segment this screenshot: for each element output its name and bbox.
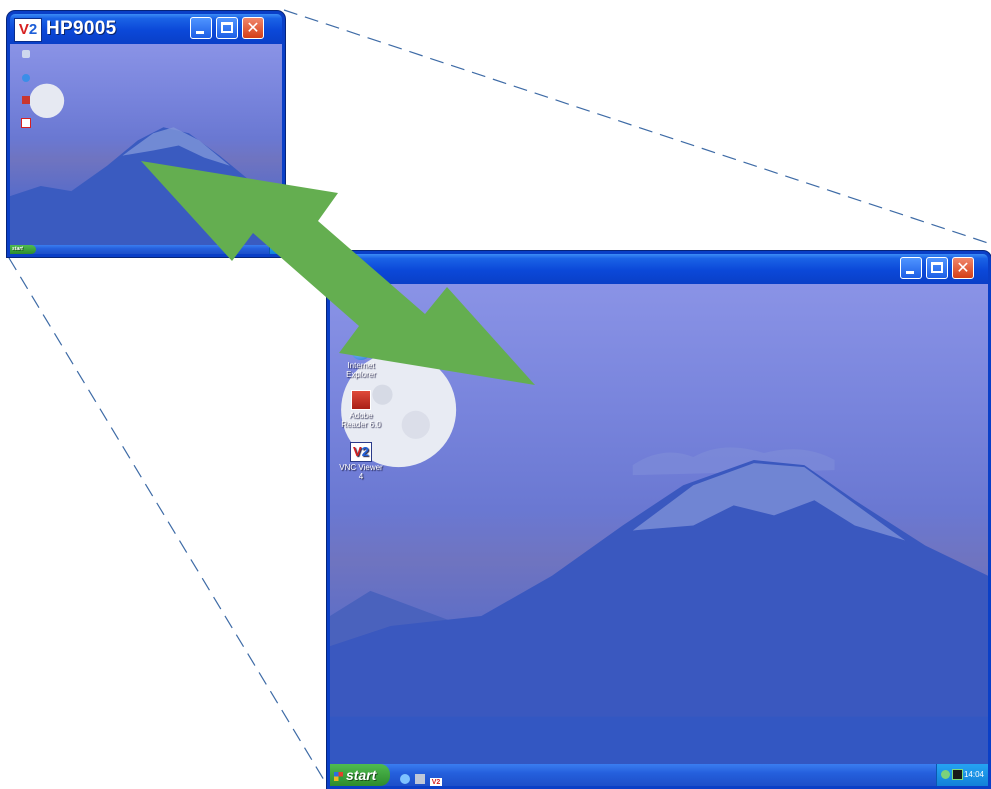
quick-launch-media-icon[interactable] [415, 774, 425, 784]
system-tray: 14:04 [936, 764, 988, 786]
wallpaper-mountain [10, 83, 282, 254]
large-remote-desktop[interactable]: e Internet Explorer Adobe Reader 6.0 V2 … [330, 284, 988, 786]
minimize-icon [196, 31, 204, 34]
clock: 14:04 [963, 770, 984, 779]
minimize-icon [906, 271, 914, 274]
small-start-button[interactable]: start [10, 245, 36, 254]
vnc-viewer-icon: V2 [350, 442, 372, 462]
vnc-tray-icon[interactable] [952, 769, 963, 780]
internet-explorer-icon: e [351, 340, 371, 360]
adobe-reader-icon [351, 390, 371, 410]
windows-flag-icon [334, 771, 343, 781]
maximize-icon [221, 22, 233, 33]
close-icon: ✕ [246, 18, 260, 37]
projection-line-top [283, 9, 991, 245]
small-taskbar: start [10, 245, 282, 254]
quick-launch: V2 [400, 769, 442, 786]
close-button[interactable]: ✕ [952, 257, 974, 279]
maximize-icon [931, 262, 943, 273]
start-button[interactable]: start [330, 764, 390, 786]
taskbar: start V2 14:04 [330, 764, 988, 786]
minimize-button[interactable] [900, 257, 922, 279]
minimize-button[interactable] [190, 17, 212, 39]
desktop-icon-internet-explorer[interactable]: e Internet Explorer [334, 340, 388, 379]
quick-launch-ie-icon[interactable] [400, 774, 410, 784]
network-icon [941, 770, 950, 779]
small-internet-explorer-icon[interactable] [16, 74, 36, 82]
small-window-titlebar[interactable]: V2 HP9005 ✕ [10, 14, 282, 44]
projection-line-bottom [8, 257, 328, 786]
maximize-button[interactable] [926, 257, 948, 279]
small-vnc-viewer-icon[interactable] [16, 118, 36, 128]
desktop-icon-label: Internet Explorer [346, 361, 376, 379]
small-desktop-icon[interactable] [16, 50, 36, 58]
large-window-titlebar[interactable]: ✕ [330, 254, 988, 284]
desktop-icon-vnc-viewer[interactable]: V2 VNC Viewer 4 [334, 442, 388, 481]
start-label: start [346, 767, 377, 783]
wallpaper-mountain [330, 352, 988, 786]
small-system-tray [269, 245, 282, 254]
large-vnc-window[interactable]: ✕ e Internet Explorer Adobe Reader 6.0 V… [327, 251, 991, 789]
maximize-button[interactable] [216, 17, 238, 39]
vnc-logo-icon: V2 [14, 18, 42, 42]
close-button[interactable]: ✕ [242, 17, 264, 39]
window-title: HP9005 [46, 18, 117, 39]
quick-launch-vnc-icon[interactable]: V2 [430, 778, 442, 786]
desktop-icon-label: Adobe Reader 6.0 [341, 411, 381, 429]
desktop-icon-label: VNC Viewer 4 [339, 463, 383, 481]
desktop-icon-top[interactable] [334, 284, 388, 296]
small-vnc-window[interactable]: V2 HP9005 ✕ start [7, 11, 285, 257]
desktop-icon-adobe-reader[interactable]: Adobe Reader 6.0 [334, 390, 388, 429]
small-adobe-reader-icon[interactable] [16, 96, 36, 104]
close-icon: ✕ [956, 258, 970, 277]
small-remote-desktop[interactable]: start [10, 44, 282, 254]
